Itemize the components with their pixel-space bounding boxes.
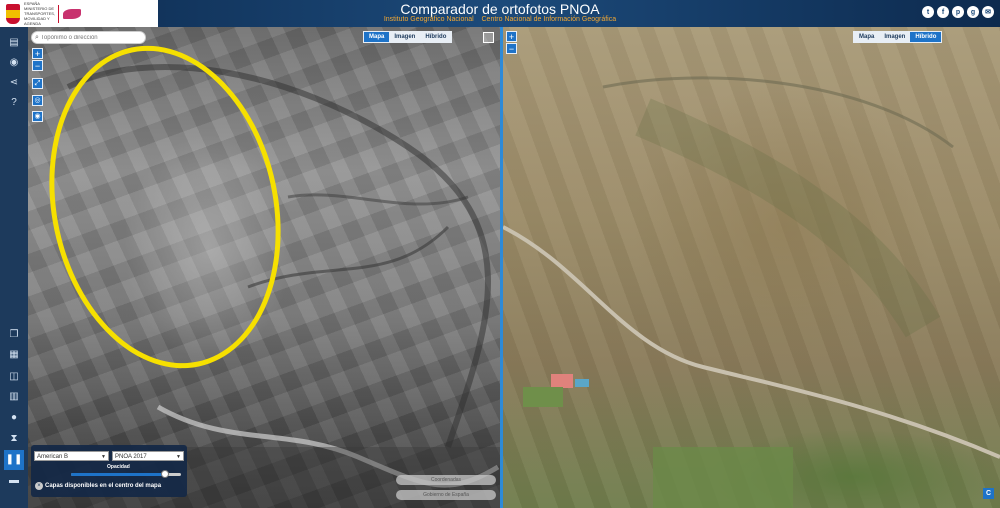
social-links: t f p g ✉: [922, 6, 994, 18]
opacity-slider[interactable]: [71, 470, 181, 478]
search-box[interactable]: ⌕: [31, 31, 146, 44]
right-layer-select-value: PNOA 2017: [115, 454, 147, 460]
left-zoom-in-button[interactable]: +: [32, 48, 43, 59]
opacity-slider-fill: [71, 473, 165, 476]
target-icon[interactable]: ◎: [32, 95, 43, 106]
left-zoom-out-button[interactable]: −: [32, 60, 43, 71]
stack-icon[interactable]: ▥: [7, 390, 21, 404]
help-icon[interactable]: ?: [7, 96, 21, 110]
pinterest-icon[interactable]: p: [952, 6, 964, 18]
page-subtitle: Instituto Geográfico Nacional Centro Nac…: [383, 16, 617, 23]
single-view-icon[interactable]: ▬: [7, 474, 21, 488]
print-icon[interactable]: ▤: [7, 36, 21, 50]
left-toolbar: ▤ ◉ ⋖ ? ❐ ▦ ◫ ▥ ● ⧗ ❚❚ ▬: [0, 27, 28, 508]
chevron-down-icon: ▼: [101, 454, 106, 460]
twitter-icon[interactable]: t: [922, 6, 934, 18]
share-icon[interactable]: ⋖: [7, 76, 21, 90]
googleplus-icon[interactable]: g: [967, 6, 979, 18]
right-tab-hibrido[interactable]: Híbrido: [910, 32, 942, 42]
right-zoom-in-button[interactable]: +: [506, 31, 517, 42]
circle-icon[interactable]: ●: [7, 411, 21, 425]
chevron-down-icon: ▼: [176, 454, 181, 460]
right-layer-tabs: Mapa Imagen Híbrido: [853, 31, 943, 43]
header-bar: GOBIERNO DE ESPAÑA MINISTERIO DE TRANSPO…: [0, 0, 1000, 31]
right-tab-imagen[interactable]: Imagen: [879, 32, 911, 42]
opacity-slider-handle[interactable]: [160, 470, 169, 478]
app-window: GOBIERNO DE ESPAÑA MINISTERIO DE TRANSPO…: [0, 0, 1000, 508]
left-layer-tabs: Mapa Imagen Híbrido: [363, 31, 453, 43]
left-tab-hibrido[interactable]: Híbrido: [420, 32, 452, 42]
locate-icon[interactable]: ◉: [32, 111, 43, 122]
fullscreen-icon[interactable]: ⤢: [32, 78, 43, 89]
right-zoom-out-button[interactable]: −: [506, 43, 517, 54]
page-title: Comparador de ortofotos PNOA: [400, 1, 600, 17]
hourglass-icon[interactable]: ⧗: [7, 432, 21, 446]
facebook-icon[interactable]: f: [937, 6, 949, 18]
right-layer-select[interactable]: PNOA 2017 ▼: [112, 451, 184, 461]
coordinates-button[interactable]: Coordenadas: [396, 475, 496, 485]
left-layer-select-value: American B: [37, 454, 69, 460]
government-link-button[interactable]: Gobierno de España: [396, 490, 496, 500]
left-tab-imagen[interactable]: Imagen: [389, 32, 421, 42]
left-layer-select[interactable]: American B ▼: [34, 451, 109, 461]
split-icon[interactable]: ◫: [7, 370, 21, 384]
search-icon: ⌕: [35, 33, 39, 41]
available-layers-label: Capas disponibles en el centro del mapa: [45, 483, 162, 489]
layer-control-panel: American B ▼ PNOA 2017 ▼ Opacidad × Capa…: [31, 445, 187, 497]
search-input[interactable]: [40, 34, 141, 41]
eye-icon[interactable]: ◉: [7, 56, 21, 70]
grid-icon[interactable]: ▦: [7, 348, 21, 362]
right-map-terrain: [503, 76, 1000, 508]
close-icon[interactable]: ×: [35, 482, 43, 490]
right-map-modern[interactable]: [503, 27, 1000, 508]
mail-icon[interactable]: ✉: [982, 6, 994, 18]
right-map-c-button[interactable]: C: [983, 488, 994, 499]
dual-view-icon[interactable]: ❚❚: [4, 450, 24, 470]
left-tab-mapa[interactable]: Mapa: [364, 32, 390, 42]
opacity-label: Opacidad: [107, 464, 130, 470]
right-tab-mapa[interactable]: Mapa: [854, 32, 880, 42]
copy-icon[interactable]: ❐: [7, 328, 21, 342]
left-expand-button[interactable]: [483, 32, 494, 43]
